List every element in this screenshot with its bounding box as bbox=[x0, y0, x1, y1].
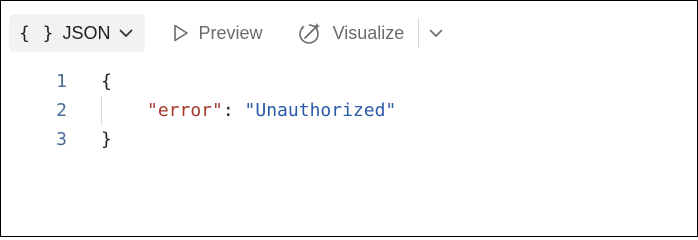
chevron-down-icon bbox=[119, 29, 133, 38]
json-value: "Unauthorized" bbox=[244, 100, 397, 121]
preview-button[interactable]: Preview bbox=[163, 14, 273, 52]
visualize-button[interactable]: Visualize bbox=[287, 14, 415, 52]
response-body-panel: { } JSON Preview Visualize 1 {2 "error"… bbox=[0, 0, 698, 237]
close-brace: } bbox=[101, 129, 112, 150]
visualize-label: Visualize bbox=[332, 22, 405, 43]
open-brace: { bbox=[101, 71, 112, 92]
play-icon bbox=[173, 24, 188, 42]
format-dropdown-button[interactable]: { } JSON bbox=[9, 14, 145, 52]
braces-icon: { } bbox=[19, 22, 55, 44]
line-number: 3 bbox=[56, 129, 67, 150]
visualize-options-button[interactable] bbox=[419, 14, 453, 52]
line-number: 1 bbox=[56, 71, 67, 92]
json-key: "error" bbox=[147, 100, 223, 121]
json-separator: : bbox=[222, 100, 245, 121]
magic-wand-icon bbox=[298, 23, 321, 44]
line-number: 2 bbox=[56, 100, 67, 121]
chevron-down-icon bbox=[429, 29, 443, 37]
json-pair: "error": "Unauthorized" bbox=[147, 96, 396, 125]
indent-guide bbox=[101, 96, 102, 125]
preview-label: Preview bbox=[198, 22, 263, 43]
format-label: JSON bbox=[62, 22, 111, 43]
response-toolbar: { } JSON Preview Visualize bbox=[9, 14, 453, 52]
